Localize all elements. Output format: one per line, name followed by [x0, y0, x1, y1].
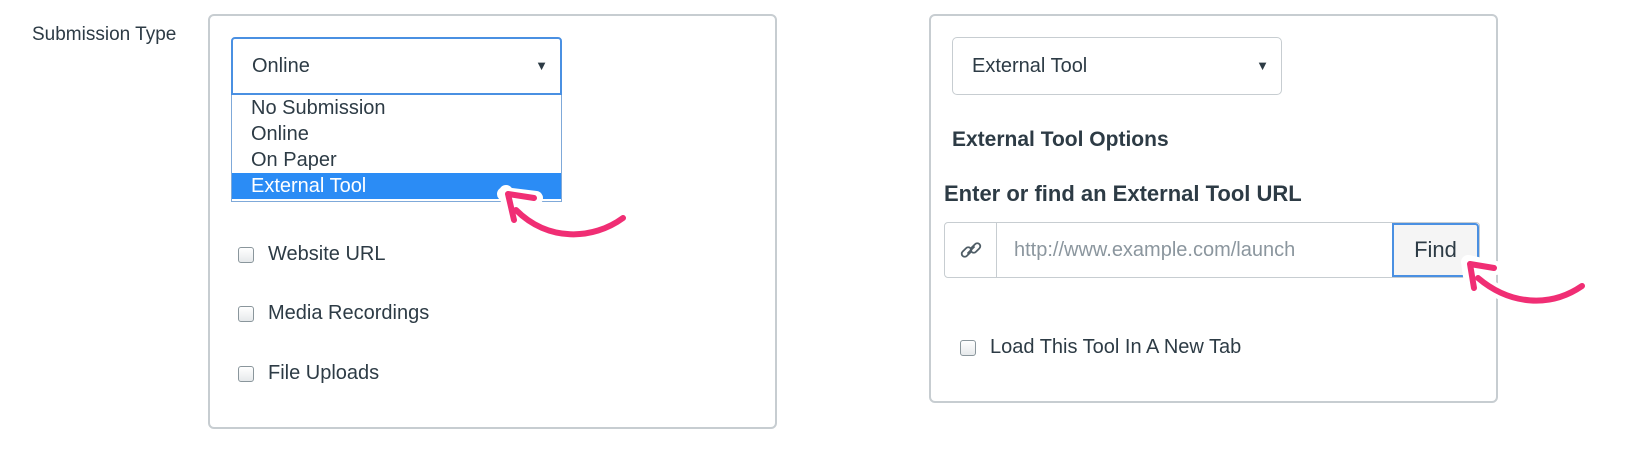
website-url-label: Website URL: [268, 243, 386, 265]
website-url-checkbox[interactable]: [238, 246, 254, 263]
external-tool-select-value: External Tool: [972, 55, 1088, 77]
submission-type-select-value: Online: [252, 55, 310, 77]
select-caret-icon: ▼: [1256, 58, 1269, 73]
link-icon: [945, 223, 997, 277]
dropdown-option-no-submission[interactable]: No Submission: [232, 95, 561, 121]
dropdown-option-online[interactable]: Online: [232, 121, 561, 147]
file-uploads-label: File Uploads: [268, 362, 380, 384]
file-uploads-checkbox[interactable]: [238, 365, 254, 382]
media-recordings-checkbox[interactable]: [238, 305, 254, 322]
media-recordings-label: Media Recordings: [268, 302, 430, 324]
select-caret-icon: ▼: [535, 58, 548, 73]
load-in-new-tab-option[interactable]: Load This Tool In A New Tab: [960, 336, 1241, 359]
media-recordings-option[interactable]: Media Recordings: [238, 302, 429, 325]
annotation-arrow-icon: [497, 185, 630, 242]
submission-type-label: Submission Type: [32, 24, 177, 45]
submission-type-select[interactable]: Online ▼: [231, 37, 562, 95]
load-in-new-tab-label: Load This Tool In A New Tab: [990, 336, 1242, 358]
file-uploads-option[interactable]: File Uploads: [238, 362, 379, 385]
website-url-option[interactable]: Website URL: [238, 243, 385, 266]
external-tool-options-heading: External Tool Options: [952, 128, 1169, 151]
load-in-new-tab-checkbox[interactable]: [960, 339, 976, 356]
external-tool-url-label: Enter or find an External Tool URL: [944, 181, 1302, 206]
annotation-arrow-icon: [1461, 255, 1589, 308]
external-tool-url-group: Find: [944, 222, 1480, 278]
external-tool-url-input[interactable]: [997, 223, 1392, 277]
external-tool-select[interactable]: External Tool ▼: [952, 37, 1282, 95]
